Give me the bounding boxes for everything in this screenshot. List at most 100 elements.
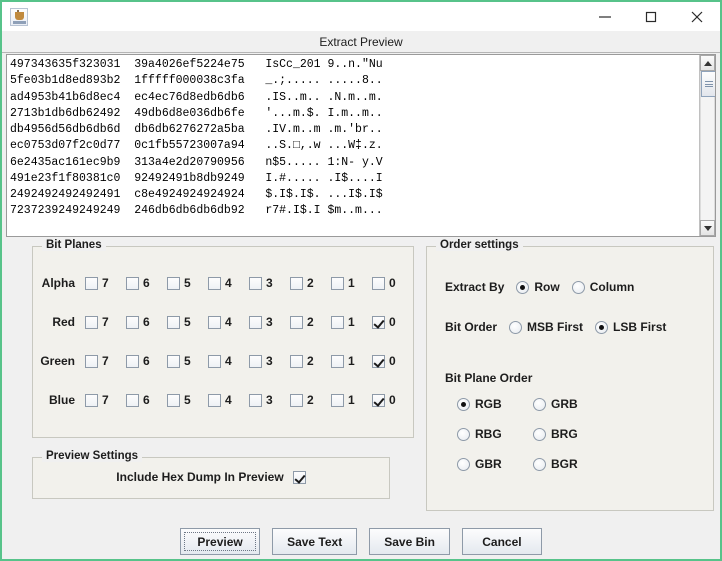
checkbox-blue-bit-0[interactable] [372, 393, 385, 407]
bit-plane-cell-green-4[interactable]: 4 [208, 354, 249, 368]
bit-order-option-lsb[interactable]: LSB First [595, 320, 666, 334]
preview-button[interactable]: Preview [180, 528, 261, 555]
close-button[interactable] [674, 2, 720, 31]
bit-plane-cell-red-2[interactable]: 2 [290, 315, 331, 329]
hex-dump-text[interactable]: 497343635f323031 39a4026ef5224e75 IsCc_2… [7, 55, 699, 236]
checkbox-red-bit-0[interactable] [372, 315, 385, 329]
checkbox-alpha-bit-4[interactable] [208, 276, 221, 290]
checkbox-alpha-bit-6[interactable] [126, 276, 139, 290]
preview-vertical-scrollbar[interactable] [699, 55, 715, 236]
bit-plane-cell-red-1[interactable]: 1 [331, 315, 372, 329]
checkbox-green-bit-5[interactable] [167, 354, 180, 368]
radio-msb-first-icon[interactable] [509, 320, 523, 334]
bit-plane-cell-alpha-5[interactable]: 5 [167, 276, 208, 290]
bit-plane-order-option-bgr[interactable]: BGR [533, 457, 609, 471]
scrollbar-track[interactable] [700, 71, 715, 220]
cancel-button[interactable]: Cancel [461, 528, 542, 555]
bit-plane-cell-alpha-4[interactable]: 4 [208, 276, 249, 290]
bit-plane-cell-alpha-3[interactable]: 3 [249, 276, 290, 290]
bit-plane-order-option-rbg[interactable]: RBG [457, 427, 533, 441]
radio-rbg-icon[interactable] [457, 427, 470, 441]
checkbox-green-bit-7[interactable] [85, 354, 98, 368]
radio-gbr-icon[interactable] [457, 457, 470, 471]
bit-plane-cell-green-3[interactable]: 3 [249, 354, 290, 368]
bit-plane-cell-blue-3[interactable]: 3 [249, 393, 290, 407]
radio-brg-icon[interactable] [533, 427, 546, 441]
checkbox-alpha-bit-0[interactable] [372, 276, 385, 290]
save-text-button[interactable]: Save Text [272, 528, 358, 555]
bit-order-option-msb[interactable]: MSB First [509, 320, 583, 334]
scrollbar-thumb[interactable] [701, 71, 715, 97]
radio-rgb-icon[interactable] [457, 397, 470, 411]
bit-plane-cell-blue-4[interactable]: 4 [208, 393, 249, 407]
bit-plane-cell-alpha-2[interactable]: 2 [290, 276, 331, 290]
scroll-up-icon[interactable] [700, 55, 715, 71]
radio-lsb-first-icon[interactable] [595, 320, 609, 334]
checkbox-red-bit-5[interactable] [167, 315, 180, 329]
extract-by-option-row[interactable]: Row [516, 280, 560, 294]
bit-plane-cell-blue-1[interactable]: 1 [331, 393, 372, 407]
bit-plane-cell-alpha-7[interactable]: 7 [85, 276, 126, 290]
checkbox-blue-bit-3[interactable] [249, 393, 262, 407]
bit-plane-cell-green-1[interactable]: 1 [331, 354, 372, 368]
checkbox-green-bit-6[interactable] [126, 354, 139, 368]
bit-plane-cell-red-6[interactable]: 6 [126, 315, 167, 329]
bit-plane-cell-green-5[interactable]: 5 [167, 354, 208, 368]
bit-plane-cell-green-0[interactable]: 0 [372, 354, 413, 368]
bit-plane-order-option-brg[interactable]: BRG [533, 427, 609, 441]
bit-plane-cell-green-2[interactable]: 2 [290, 354, 331, 368]
checkbox-red-bit-4[interactable] [208, 315, 221, 329]
checkbox-blue-bit-1[interactable] [331, 393, 344, 407]
radio-bgr-icon[interactable] [533, 457, 546, 471]
checkbox-blue-bit-7[interactable] [85, 393, 98, 407]
checkbox-alpha-bit-7[interactable] [85, 276, 98, 290]
maximize-button[interactable] [628, 2, 674, 31]
bit-plane-cell-red-4[interactable]: 4 [208, 315, 249, 329]
include-hex-dump-option[interactable]: Include Hex Dump In Preview [33, 470, 389, 484]
bit-plane-cell-red-7[interactable]: 7 [85, 315, 126, 329]
checkbox-green-bit-2[interactable] [290, 354, 303, 368]
bit-plane-cell-alpha-1[interactable]: 1 [331, 276, 372, 290]
bit-plane-cell-green-7[interactable]: 7 [85, 354, 126, 368]
checkbox-red-bit-6[interactable] [126, 315, 139, 329]
checkbox-green-bit-4[interactable] [208, 354, 221, 368]
extract-by-option-column[interactable]: Column [571, 280, 634, 294]
checkbox-blue-bit-5[interactable] [167, 393, 180, 407]
checkbox-red-bit-7[interactable] [85, 315, 98, 329]
checkbox-alpha-bit-1[interactable] [331, 276, 344, 290]
radio-column-icon[interactable] [571, 280, 585, 294]
bit-plane-cell-green-6[interactable]: 6 [126, 354, 167, 368]
checkbox-alpha-bit-3[interactable] [249, 276, 262, 290]
bit-plane-cell-red-0[interactable]: 0 [372, 315, 413, 329]
checkbox-blue-bit-6[interactable] [126, 393, 139, 407]
bit-plane-cell-red-3[interactable]: 3 [249, 315, 290, 329]
bit-plane-cell-blue-2[interactable]: 2 [290, 393, 331, 407]
checkbox-red-bit-1[interactable] [331, 315, 344, 329]
bit-plane-cell-red-5[interactable]: 5 [167, 315, 208, 329]
bit-plane-cell-blue-5[interactable]: 5 [167, 393, 208, 407]
include-hex-dump-checkbox[interactable] [292, 470, 306, 484]
checkbox-alpha-bit-2[interactable] [290, 276, 303, 290]
checkbox-red-bit-2[interactable] [290, 315, 303, 329]
checkbox-green-bit-1[interactable] [331, 354, 344, 368]
bit-plane-cell-blue-6[interactable]: 6 [126, 393, 167, 407]
checkbox-green-bit-0[interactable] [372, 354, 385, 368]
bit-plane-order-option-gbr[interactable]: GBR [457, 457, 533, 471]
bit-plane-order-option-grb[interactable]: GRB [533, 397, 609, 411]
checkbox-red-bit-3[interactable] [249, 315, 262, 329]
bit-plane-order-option-rgb[interactable]: RGB [457, 397, 533, 411]
checkbox-alpha-bit-5[interactable] [167, 276, 180, 290]
bit-plane-cell-alpha-0[interactable]: 0 [372, 276, 413, 290]
save-bin-button[interactable]: Save Bin [369, 528, 450, 555]
order-settings-legend: Order settings [436, 239, 523, 251]
radio-row-icon[interactable] [516, 280, 530, 294]
minimize-button[interactable] [582, 2, 628, 31]
bit-plane-cell-blue-0[interactable]: 0 [372, 393, 413, 407]
radio-grb-icon[interactable] [533, 397, 546, 411]
bit-plane-cell-alpha-6[interactable]: 6 [126, 276, 167, 290]
checkbox-blue-bit-4[interactable] [208, 393, 221, 407]
scroll-down-icon[interactable] [700, 220, 715, 236]
bit-plane-cell-blue-7[interactable]: 7 [85, 393, 126, 407]
checkbox-green-bit-3[interactable] [249, 354, 262, 368]
checkbox-blue-bit-2[interactable] [290, 393, 303, 407]
